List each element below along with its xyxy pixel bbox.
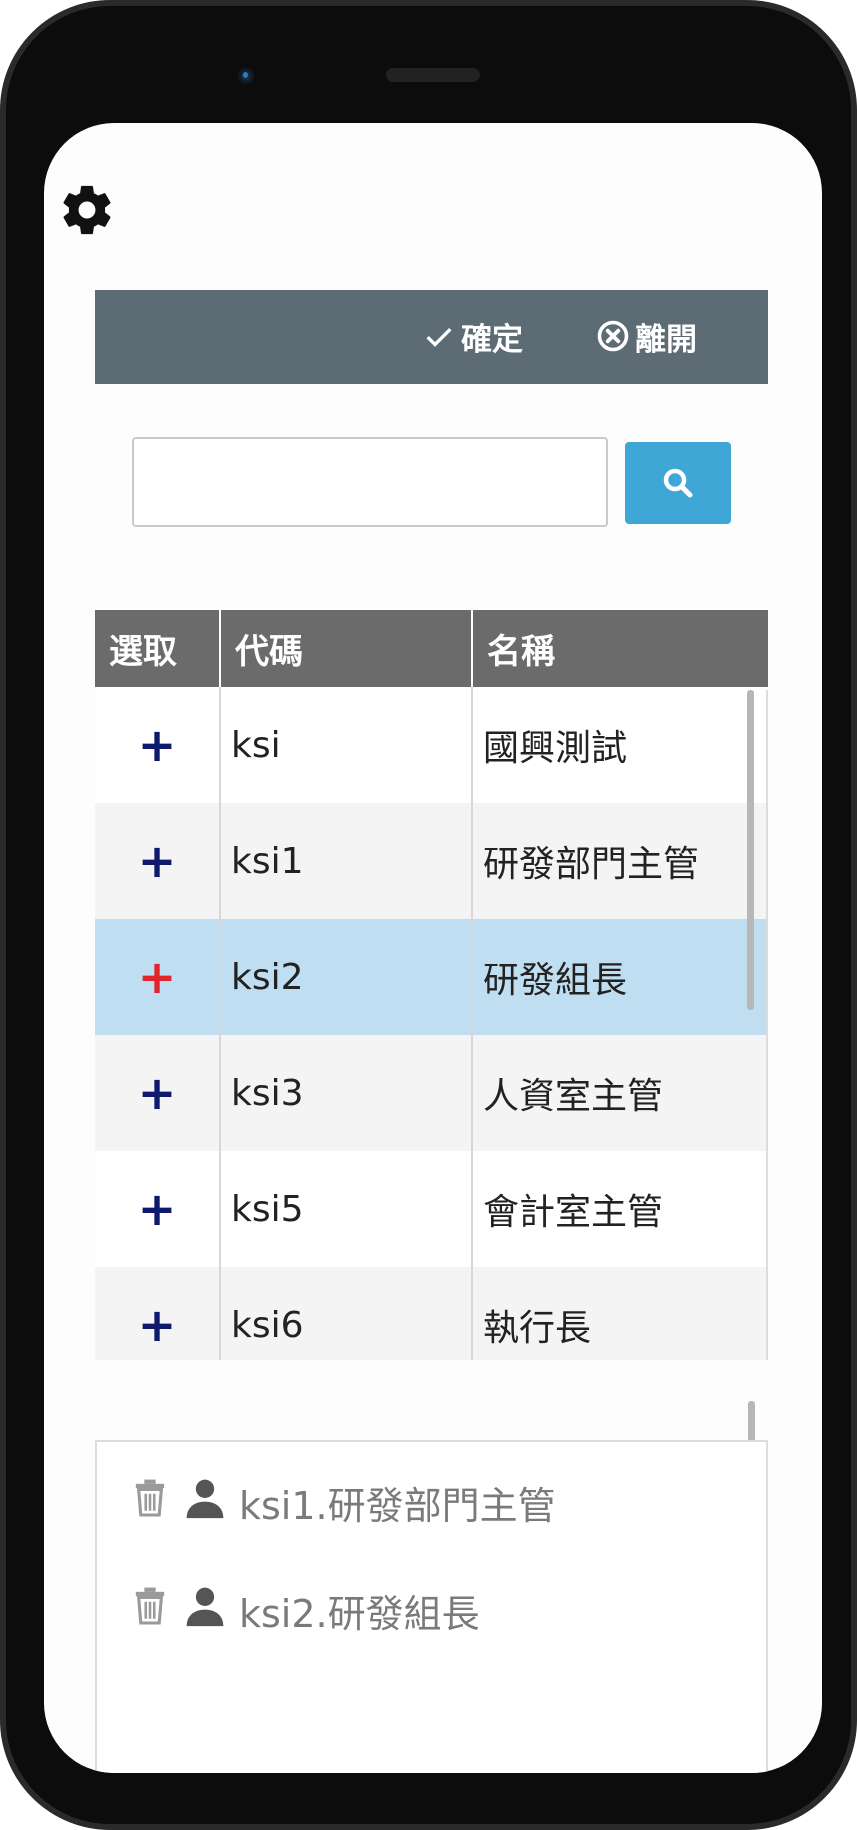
header-name: 名稱	[487, 632, 555, 672]
row-code: ksi3	[221, 1035, 473, 1151]
selected-list: ksi1.研發部門主管 ksi2.研發組長	[95, 1440, 768, 1773]
trash-icon	[135, 1479, 165, 1517]
close-circle-icon	[597, 320, 629, 352]
add-icon[interactable]: +	[95, 1151, 221, 1267]
settings-button[interactable]	[58, 181, 116, 239]
table-row[interactable]: + ksi 國興測試	[95, 687, 768, 803]
row-name: 國興測試	[483, 728, 628, 769]
confirm-button[interactable]: 確定	[421, 316, 523, 358]
candidate-table: 選取 代碼 名稱 + ksi 國興測試 + ksi1 研發部門主管 + ksi2	[95, 610, 768, 1360]
leave-button[interactable]: 離開	[595, 316, 697, 358]
selected-item: ksi2.研發組長	[133, 1580, 480, 1640]
row-name: 執行長	[483, 1308, 592, 1349]
row-name: 研發部門主管	[483, 844, 700, 885]
add-icon[interactable]: +	[95, 803, 221, 919]
table-row[interactable]: + ksi5 會計室主管	[95, 1151, 768, 1267]
header-code: 代碼	[221, 610, 473, 687]
add-icon[interactable]: +	[95, 1035, 221, 1151]
add-icon[interactable]: +	[95, 919, 221, 1035]
row-name: 人資室主管	[483, 1076, 664, 1117]
confirm-label: 確定	[461, 321, 523, 358]
search-input[interactable]	[132, 437, 608, 527]
table-row[interactable]: + ksi1 研發部門主管	[95, 803, 768, 919]
action-toolbar: 確定 離開	[95, 290, 768, 384]
leave-label: 離開	[635, 321, 697, 358]
trash-icon	[135, 1587, 165, 1625]
search-button[interactable]	[625, 442, 731, 524]
phone-frame: 確定 離開 選取 代碼 名稱 + ksi 國興測試 + ksi1 研發部門主管 …	[0, 0, 857, 1830]
remove-button[interactable]	[133, 1586, 167, 1635]
remove-button[interactable]	[133, 1478, 167, 1527]
table-row-selected[interactable]: + ksi2 研發組長	[95, 919, 768, 1035]
header-select: 選取	[95, 610, 221, 687]
table-right-border	[766, 690, 768, 1360]
front-camera	[238, 68, 254, 84]
person-icon	[183, 1584, 227, 1637]
add-icon[interactable]: +	[95, 1267, 221, 1360]
add-icon[interactable]: +	[95, 687, 221, 803]
table-row[interactable]: + ksi6 執行長	[95, 1267, 768, 1360]
row-code: ksi	[221, 687, 473, 803]
earpiece-speaker	[386, 68, 480, 82]
row-name: 會計室主管	[483, 1192, 664, 1233]
row-code: ksi6	[221, 1267, 473, 1360]
table-header: 選取 代碼 名稱	[95, 610, 768, 687]
row-code: ksi1	[221, 803, 473, 919]
check-icon	[426, 328, 452, 347]
row-code: ksi5	[221, 1151, 473, 1267]
selected-item-label: ksi2.研發組長	[239, 1591, 480, 1636]
selected-item-label: ksi1.研發部門主管	[239, 1483, 556, 1528]
screen: 確定 離開 選取 代碼 名稱 + ksi 國興測試 + ksi1 研發部門主管 …	[44, 123, 822, 1773]
table-body: + ksi 國興測試 + ksi1 研發部門主管 + ksi2 研發組長 + k…	[95, 687, 768, 1360]
search-icon	[663, 468, 693, 498]
gear-icon	[63, 185, 111, 235]
selected-item: ksi1.研發部門主管	[133, 1472, 556, 1532]
table-row[interactable]: + ksi3 人資室主管	[95, 1035, 768, 1151]
row-name: 研發組長	[483, 960, 628, 1001]
person-icon	[183, 1476, 227, 1529]
row-code: ksi2	[221, 919, 473, 1035]
table-scrollbar[interactable]	[747, 690, 754, 1010]
